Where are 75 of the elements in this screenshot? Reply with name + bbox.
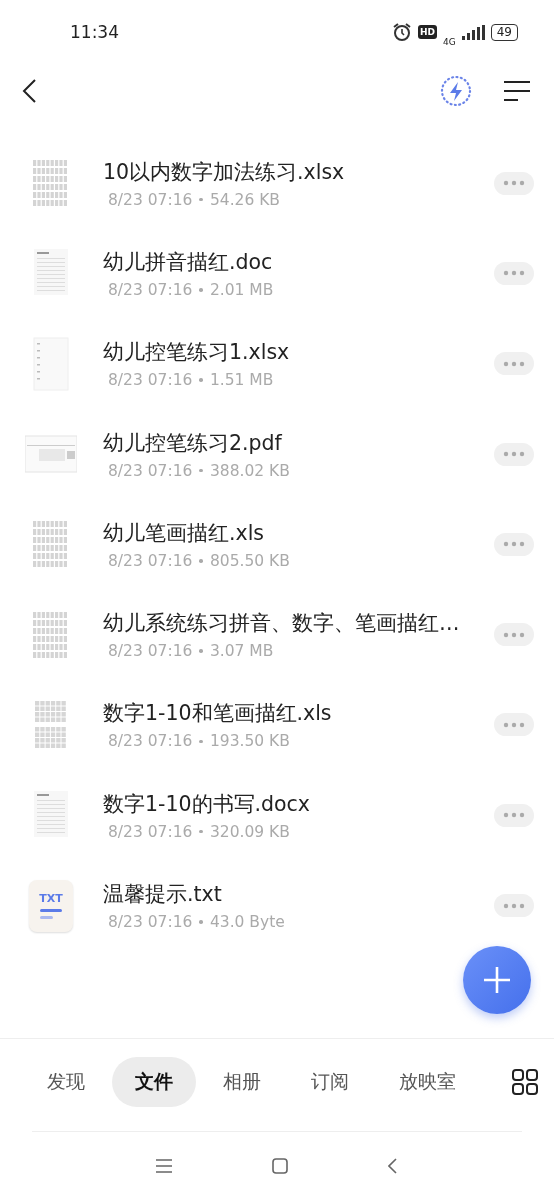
separator-dot — [199, 920, 203, 924]
text-file-icon: TXT — [29, 879, 73, 932]
more-button[interactable] — [494, 442, 534, 466]
file-date: 8/23 07:16 — [108, 371, 193, 390]
file-date: 8/23 07:16 — [108, 642, 193, 661]
add-button[interactable] — [463, 946, 531, 1014]
clock-time: 11:34 — [70, 22, 119, 42]
more-button[interactable] — [494, 803, 534, 827]
file-date: 8/23 07:16 — [108, 732, 193, 751]
file-date: 8/23 07:16 — [108, 551, 193, 570]
file-name[interactable]: 数字1-10和笔画描红.xls — [103, 699, 486, 728]
more-button[interactable] — [494, 352, 534, 376]
file-name[interactable]: 幼儿控笔练习1.xlsx — [103, 338, 486, 367]
ellipsis-icon — [503, 902, 525, 909]
ellipsis-icon — [503, 451, 525, 458]
file-size: 2.01 MB — [209, 280, 274, 299]
menu-icon[interactable] — [504, 80, 530, 102]
more-button[interactable] — [494, 894, 534, 917]
file-name[interactable]: 数字1-10的书写.docx — [103, 789, 486, 818]
file-date: 8/23 07:16 — [108, 280, 193, 299]
nav-tab[interactable]: 放映室 — [376, 1057, 479, 1107]
separator-dot — [199, 288, 203, 292]
file-size: 388.02 KB — [209, 461, 290, 480]
home-icon[interactable] — [272, 1158, 288, 1174]
file-name[interactable]: 10以内数字加法练习.xlsx — [103, 157, 486, 186]
battery-level: 49 — [490, 23, 518, 41]
nav-tab[interactable]: 文件 — [112, 1057, 196, 1107]
more-button[interactable] — [494, 532, 534, 556]
file-size: 805.50 KB — [209, 551, 290, 570]
more-button[interactable] — [494, 713, 534, 737]
ellipsis-icon — [503, 360, 525, 367]
separator-dot — [199, 378, 203, 382]
lightning-icon[interactable] — [440, 75, 472, 107]
file-date: 8/23 07:16 — [108, 190, 193, 209]
ellipsis-icon — [503, 541, 525, 548]
file-size: 1.51 MB — [209, 371, 274, 390]
separator-dot — [199, 559, 203, 563]
ellipsis-icon — [503, 721, 525, 728]
alarm-icon — [392, 22, 412, 42]
nav-tab[interactable]: 订阅 — [288, 1057, 372, 1107]
ellipsis-icon — [503, 270, 525, 277]
file-name[interactable]: 幼儿笔画描红.xls — [103, 518, 486, 547]
back-icon[interactable] — [22, 78, 38, 104]
grid-icon[interactable] — [512, 1069, 538, 1095]
file-size: 3.07 MB — [209, 642, 274, 661]
file-date: 8/23 07:16 — [108, 822, 193, 841]
ellipsis-icon — [503, 631, 525, 638]
more-button[interactable] — [494, 261, 534, 285]
document-thumbnail — [31, 336, 71, 391]
file-name[interactable]: 幼儿控笔练习2.pdf — [103, 428, 486, 457]
more-button[interactable] — [494, 623, 534, 647]
signal-icon — [461, 24, 485, 40]
more-button[interactable] — [494, 171, 534, 195]
separator-dot — [199, 739, 203, 744]
separator-dot — [199, 197, 203, 202]
network-label: 4G — [443, 37, 456, 47]
plus-icon — [484, 967, 510, 993]
file-name[interactable]: 幼儿拼音描红.doc — [103, 247, 486, 276]
ellipsis-icon — [503, 812, 525, 819]
nav-tab[interactable]: 相册 — [200, 1057, 284, 1107]
separator-dot — [199, 468, 203, 473]
document-thumbnail — [25, 435, 77, 474]
separator-dot — [199, 649, 203, 653]
file-name[interactable]: 温馨提示.txt — [103, 880, 486, 908]
file-name[interactable]: 幼儿系统练习拼音、数字、笔画描红… — [103, 609, 486, 638]
hd-badge: HD — [418, 25, 437, 39]
ellipsis-icon — [503, 180, 525, 187]
separator-dot — [199, 829, 203, 834]
file-size: 43.0 Byte — [209, 913, 285, 931]
file-size: 193.50 KB — [209, 732, 290, 751]
nav-tab[interactable]: 发现 — [24, 1057, 108, 1107]
file-size: 54.26 KB — [209, 190, 280, 209]
file-date: 8/23 07:16 — [108, 461, 193, 480]
file-size: 320.09 KB — [209, 822, 290, 841]
file-date: 8/23 07:16 — [108, 913, 193, 931]
